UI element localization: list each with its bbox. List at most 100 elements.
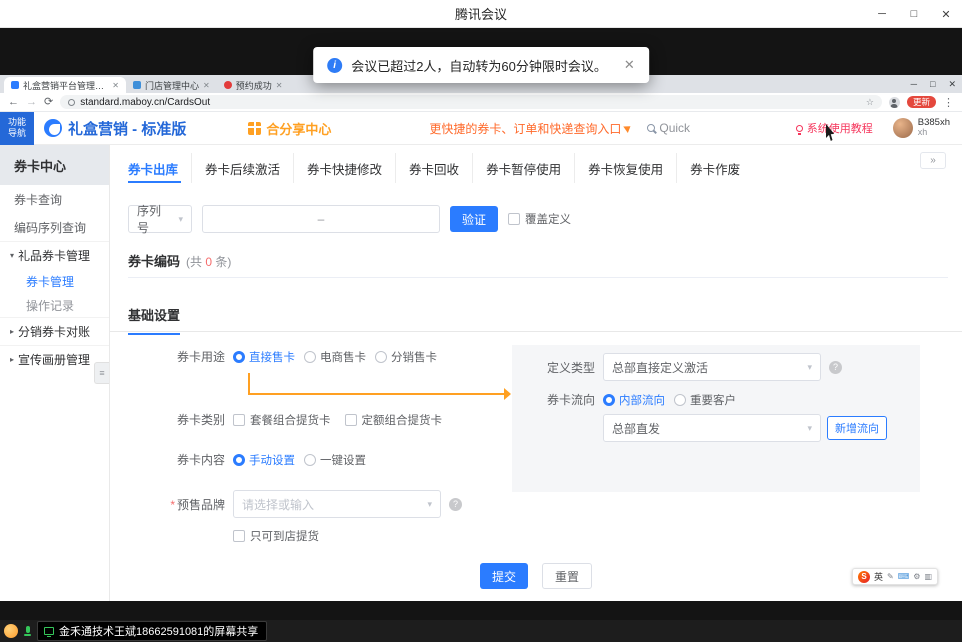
brand-title: 礼盒营销 - 标准版 (68, 118, 186, 139)
tutorial-link[interactable]: 系统使用教程 (796, 120, 873, 136)
flow-select-row: 总部直发 ▾ 新增流向 (603, 414, 887, 442)
radio-ecommerce-sale[interactable]: 电商售卡 (304, 349, 366, 365)
update-badge[interactable]: 更新 (907, 96, 936, 108)
panel-collapse-button[interactable]: » (920, 152, 946, 169)
tab-card-suspend[interactable]: 券卡暂停使用 (472, 153, 574, 183)
tab-card-quick-edit[interactable]: 券卡快捷修改 (293, 153, 395, 183)
browser-menu-icon[interactable]: ⋮ (943, 96, 954, 109)
forward-icon[interactable]: → (26, 97, 37, 108)
radio-distribution-sale[interactable]: 分销售卡 (375, 349, 437, 365)
radio-internal-flow[interactable]: 内部流向 (603, 392, 665, 408)
chevron-down-icon: ▾ (10, 251, 14, 260)
minimize-button[interactable]: ─ (866, 0, 898, 28)
back-icon[interactable]: ← (8, 97, 19, 108)
reset-button[interactable]: 重置 (542, 563, 592, 589)
sidebar-item-card-query[interactable]: 券卡查询 (0, 185, 109, 213)
quick-search[interactable]: Quick (647, 121, 690, 135)
flow-select[interactable]: 总部直发 ▾ (603, 414, 821, 442)
brand-logo-icon (44, 119, 62, 137)
grid-icon[interactable]: ▥ (924, 573, 932, 581)
override-checkbox[interactable]: 覆盖定义 (508, 211, 571, 227)
radio-one-click-setup[interactable]: 一键设置 (304, 452, 366, 468)
keyboard-icon[interactable]: ⌨ (898, 573, 910, 581)
share-center-link[interactable]: 合分享中心 (248, 119, 331, 138)
browser-toolbar: ← → ⟳ standard.maboy.cn/CardsOut ☆ 更新 ⋮ (0, 93, 962, 112)
address-bar[interactable]: standard.maboy.cn/CardsOut ☆ (60, 95, 882, 109)
verify-button[interactable]: 验证 (450, 206, 498, 232)
bookmark-star-icon[interactable]: ☆ (866, 97, 874, 108)
browser-minimize-button[interactable]: ─ (911, 79, 917, 89)
meeting-toast: i 会议已超过2人，自动转为60分钟限时会议。 ✕ (313, 47, 649, 83)
tab-card-recycle[interactable]: 券卡回收 (395, 153, 472, 183)
checkbox-store-pickup-only[interactable]: 只可到店提货 (233, 528, 319, 544)
radio-icon (304, 454, 316, 466)
sidebar-collapse-handle[interactable]: ≡ (94, 362, 109, 384)
card-content-row: 券卡内容 手动设置 一键设置 (110, 451, 375, 468)
tab-close-icon[interactable]: ✕ (276, 81, 283, 90)
user-account[interactable]: B385xh xh (893, 118, 950, 138)
sidebar-item-code-seq-query[interactable]: 编码序列查询 (0, 213, 109, 241)
ime-logo-icon[interactable]: S (858, 571, 870, 583)
radio-selected-icon (233, 351, 245, 363)
tab-close-icon[interactable]: ✕ (203, 81, 210, 90)
category-row: 券卡类别 套餐组合提货卡 定额组合提货卡 (110, 411, 442, 428)
username-sub: xh (918, 128, 950, 138)
radio-manual-setup[interactable]: 手动设置 (233, 452, 295, 468)
close-button[interactable]: ✕ (930, 0, 962, 28)
tab-close-icon[interactable]: ✕ (112, 81, 119, 90)
add-flow-button[interactable]: 新增流向 (827, 416, 887, 440)
search-icon (647, 124, 655, 132)
browser-tab[interactable]: 门店管理中心 ✕ (126, 77, 217, 93)
serial-range-input[interactable]: – (202, 205, 440, 233)
checkbox-package-combo-card[interactable]: 套餐组合提货卡 (233, 412, 331, 428)
sidebar-item-card-mgmt[interactable]: 券卡管理 (0, 269, 109, 293)
radio-direct-sale[interactable]: 直接售卡 (233, 349, 295, 365)
sidebar-item-operation-log[interactable]: 操作记录 (0, 293, 109, 317)
tab-card-outbound[interactable]: 券卡出库 (128, 153, 191, 183)
site-info-icon[interactable] (68, 99, 75, 106)
browser-close-button[interactable]: ✕ (948, 79, 956, 90)
sidebar-group-distribution-recon[interactable]: ▸ 分销券卡对账 (0, 317, 109, 345)
main-content: 券卡出库 券卡后续激活 券卡快捷修改 券卡回收 券卡暂停使用 券卡恢复使用 券卡… (110, 145, 962, 601)
radio-selected-icon (233, 454, 245, 466)
radio-icon (674, 394, 686, 406)
sidebar-group-brochure-mgmt[interactable]: ▸ 宣传画册管理 (0, 345, 109, 373)
toast-close-icon[interactable]: ✕ (624, 57, 635, 73)
browser-maximize-button[interactable]: □ (930, 79, 935, 89)
tab-card-restore[interactable]: 券卡恢复使用 (574, 153, 676, 183)
radio-important-customer[interactable]: 重要客户 (674, 392, 736, 408)
gear-icon[interactable]: ⚙ (913, 573, 920, 581)
help-icon[interactable]: ? (449, 498, 462, 511)
app-header: 功能 导航 礼盒营销 - 标准版 合分享中心 更快捷的券卡、订单和快递查询入口 … (0, 112, 962, 145)
mic-icon[interactable] (24, 626, 31, 636)
help-icon[interactable]: ? (829, 361, 842, 374)
ime-mode-indicator[interactable]: 英 (874, 570, 883, 583)
tab-favicon (133, 81, 141, 89)
definition-type-select[interactable]: 总部直接定义激活 ▾ (603, 353, 821, 381)
checkbox-icon (345, 414, 357, 426)
tab-card-activate[interactable]: 券卡后续激活 (191, 153, 293, 183)
chevron-down-icon: ▾ (178, 214, 183, 225)
browser-window-controls: ─ □ ✕ (911, 75, 956, 93)
browser-tab[interactable]: 预约成功 ✕ (217, 77, 290, 93)
screen-share-banner[interactable]: 金禾通技术王斌18662591081的屏幕共享 (37, 621, 267, 641)
browser-tab-active[interactable]: 礼盒营销平台管理中心 ✕ (4, 77, 126, 93)
sidebar-group-gift-card-mgmt[interactable]: ▾ 礼品券卡管理 (0, 241, 109, 269)
coding-count-value: 0 (205, 255, 212, 269)
tab-card-void[interactable]: 券卡作废 (676, 153, 753, 183)
checkbox-fixed-combo-card[interactable]: 定额组合提货卡 (345, 412, 443, 428)
info-icon: i (327, 58, 342, 73)
submit-button[interactable]: 提交 (480, 563, 528, 589)
taskbar-avatar[interactable] (4, 624, 18, 638)
gift-icon (248, 122, 261, 135)
function-nav-button[interactable]: 功能 导航 (0, 112, 34, 145)
serial-select[interactable]: 序列号 ▾ (128, 205, 192, 233)
presale-brand-select[interactable]: 请选择或输入 ▾ (233, 490, 441, 518)
refresh-icon[interactable]: ⟳ (44, 97, 53, 108)
brand-placeholder: 请选择或输入 (242, 496, 314, 513)
bulb-icon (796, 125, 803, 132)
profile-icon[interactable] (889, 97, 900, 108)
pen-icon[interactable]: ✎ (887, 573, 894, 581)
quick-entry-link[interactable]: 更快捷的券卡、订单和快递查询入口 (429, 120, 631, 137)
maximize-button[interactable]: □ (898, 0, 930, 28)
